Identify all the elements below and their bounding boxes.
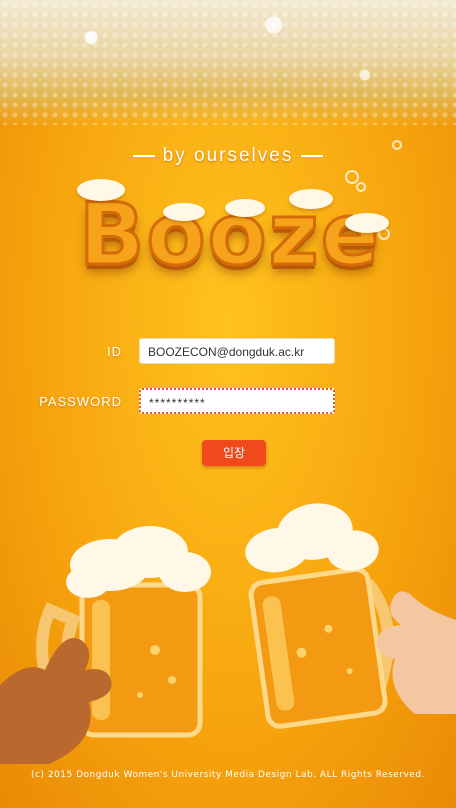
foam-cap xyxy=(77,179,125,201)
tagline-dash-right xyxy=(301,154,324,157)
foam-cap xyxy=(225,199,265,217)
foam-cap xyxy=(289,189,333,209)
foam-cap xyxy=(345,213,389,233)
id-input[interactable]: BOOZECON@dongduk.ac.kr xyxy=(139,338,335,364)
id-label: ID xyxy=(107,344,122,359)
beer-mug-right-icon xyxy=(245,503,394,729)
password-input[interactable]: ********** xyxy=(139,388,335,414)
password-label: PASSWORD xyxy=(39,394,122,409)
booze-logo: Booze xyxy=(55,175,405,305)
beer-foam-header xyxy=(0,0,456,125)
enter-button[interactable]: 입장 xyxy=(202,440,266,466)
tagline-dash-left xyxy=(132,154,155,157)
foam-cap xyxy=(163,203,205,221)
tagline-text: by ourselves xyxy=(162,145,294,166)
cheers-illustration xyxy=(0,503,456,764)
copyright-footer: (c) 2015 Dongduk Women's University Medi… xyxy=(31,770,425,780)
tagline: by ourselves xyxy=(0,145,456,167)
